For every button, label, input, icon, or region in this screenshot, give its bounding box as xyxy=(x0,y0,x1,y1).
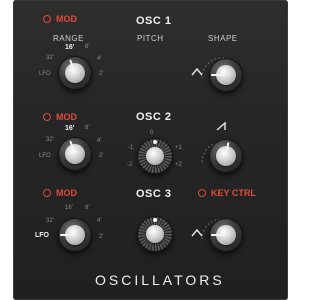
osc1-mod-label: MOD xyxy=(56,14,77,24)
panel-footer-title: OSCILLATORS xyxy=(95,272,225,288)
osc1-range-label: RANGE xyxy=(53,34,84,43)
osc3-range-tick-16: 16' xyxy=(65,205,73,211)
triangle-wave-icon xyxy=(191,67,203,76)
osc3-range-tick-2: 2' xyxy=(99,234,104,240)
osc2-pitch-knob[interactable] xyxy=(137,138,173,174)
osc2-range-tick-2: 2' xyxy=(99,153,104,159)
sawtooth-wave-icon xyxy=(216,121,226,131)
osc2-range-tick-16: 16' xyxy=(65,125,75,132)
osc2-pitch-dot xyxy=(153,140,157,144)
osc2-range-tick-8: 8' xyxy=(85,125,90,131)
osc2-pitch-tick-p2: +2 xyxy=(175,162,182,168)
key-ctrl-toggle[interactable]: KEY CTRL xyxy=(198,188,256,198)
osc2-range-tick-4: 4' xyxy=(97,138,102,144)
osc1-range-knob-cap xyxy=(65,63,85,83)
osc1-pitch-label: PITCH xyxy=(137,34,164,43)
osc2-range-tick-lfo: LFO xyxy=(39,153,51,159)
osc1-title: OSC 1 xyxy=(136,15,172,27)
osc1-mod-toggle[interactable]: MOD xyxy=(43,14,77,24)
key-ctrl-label: KEY CTRL xyxy=(211,188,256,198)
osc2-mod-label: MOD xyxy=(56,112,77,122)
osc3-pitch-knob[interactable] xyxy=(137,216,173,252)
osc1-shape-indicator xyxy=(211,74,225,76)
key-ctrl-indicator-icon xyxy=(198,189,206,197)
osc1-range-knob[interactable] xyxy=(58,56,92,90)
osc2-range-knob[interactable] xyxy=(58,137,92,171)
osc1-range-tick-4: 4' xyxy=(97,56,102,62)
osc1-shape-knob[interactable] xyxy=(209,58,243,92)
osc2-range-tick-32: 32' xyxy=(46,137,54,143)
osc3-shape-indicator xyxy=(211,234,225,236)
osc2-shape-knob[interactable] xyxy=(209,139,243,173)
osc2-title: OSC 2 xyxy=(136,111,172,123)
osc3-range-knob[interactable] xyxy=(58,218,92,252)
osc3-mod-toggle[interactable]: MOD xyxy=(43,188,77,198)
osc2-pitch-knob-cap xyxy=(146,147,164,165)
osc2-pitch-tick-p1: +1 xyxy=(175,145,182,151)
osc2-pitch-tick-0: 0 xyxy=(150,130,154,136)
osc3-pitch-dot xyxy=(153,218,157,222)
osc1-shape-label: SHAPE xyxy=(208,34,238,43)
osc3-title: OSC 3 xyxy=(136,188,172,200)
osc3-range-indicator xyxy=(60,234,74,236)
osc3-mod-label: MOD xyxy=(56,188,77,198)
osc1-range-tick-32: 32' xyxy=(46,55,54,61)
oscillators-panel: MOD OSC 1 RANGE PITCH SHAPE 32' 16' 8' 4… xyxy=(13,0,288,300)
osc1-range-tick-8: 8' xyxy=(85,44,90,50)
mod-indicator-icon xyxy=(43,113,51,121)
triangle-wave-icon xyxy=(191,228,203,237)
osc3-range-tick-lfo: LFO xyxy=(35,232,49,239)
osc2-mod-toggle[interactable]: MOD xyxy=(43,112,77,122)
osc2-range-knob-cap xyxy=(65,144,85,164)
osc3-range-tick-4: 4' xyxy=(97,218,102,224)
mod-indicator-icon xyxy=(43,15,51,23)
osc3-pitch-knob-cap xyxy=(146,225,164,243)
osc1-range-tick-16: 16' xyxy=(65,44,75,51)
mod-indicator-icon xyxy=(43,189,51,197)
osc2-pitch-tick-m1: -1 xyxy=(128,145,134,151)
osc2-pitch-tick-m2: -2 xyxy=(127,162,133,168)
osc3-range-tick-32: 32' xyxy=(46,218,54,224)
osc3-range-tick-8: 8' xyxy=(85,205,90,211)
osc1-range-tick-2: 2' xyxy=(99,71,104,77)
osc1-range-tick-lfo: LFO xyxy=(39,71,51,77)
osc3-shape-knob[interactable] xyxy=(209,218,243,252)
